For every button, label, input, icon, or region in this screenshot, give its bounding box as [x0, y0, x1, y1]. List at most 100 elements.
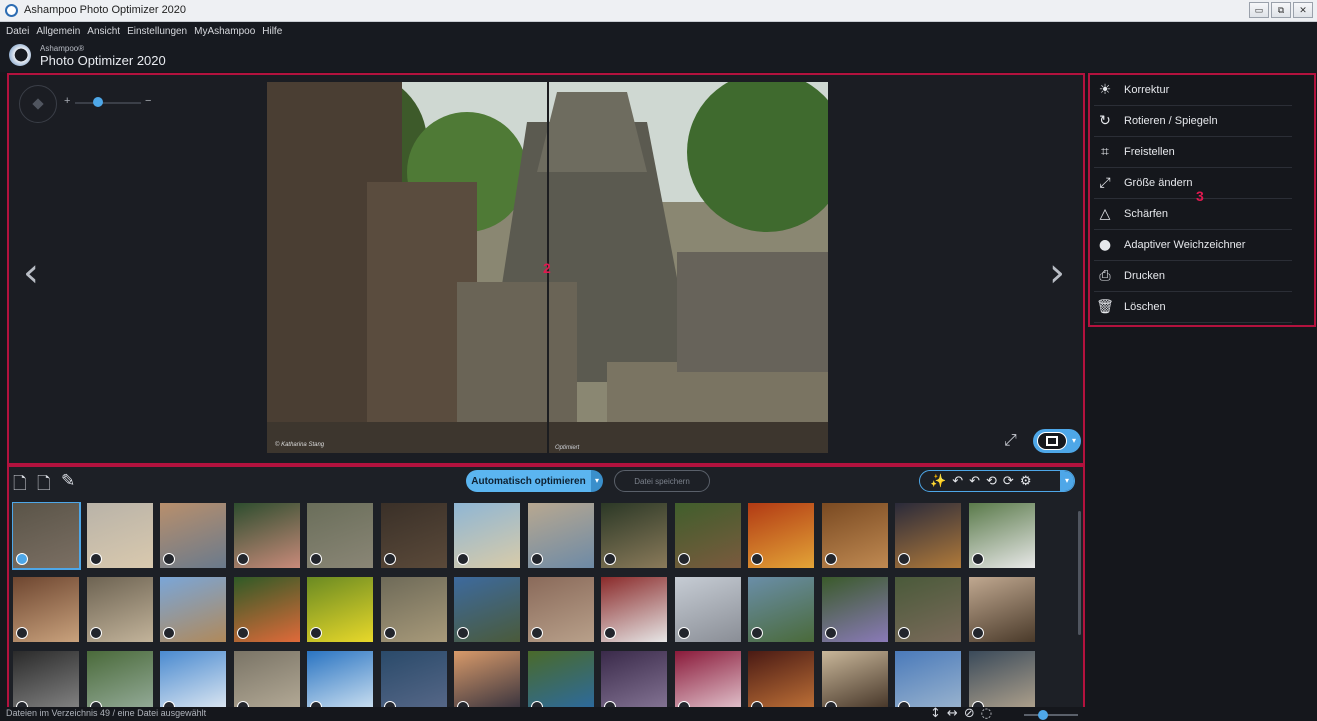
selection-checkbox-icon[interactable] [531, 627, 543, 639]
tool-rotieren-spiegeln[interactable]: ↻ Rotieren / Spiegeln [1094, 106, 1292, 137]
menu-ansicht[interactable]: Ansicht [87, 26, 120, 37]
rotate-left-icon[interactable]: ⟲ [986, 474, 997, 489]
thumbnail[interactable] [528, 577, 594, 642]
selection-checkbox-icon[interactable] [972, 553, 984, 565]
selection-checkbox-icon[interactable] [384, 553, 396, 565]
clear-list-icon[interactable]: ✎ [61, 471, 75, 491]
selection-checkbox-icon[interactable] [972, 627, 984, 639]
auto-optimize-dropdown-icon[interactable]: ▾ [591, 470, 603, 492]
thumbnail[interactable] [969, 503, 1035, 568]
menu-datei[interactable]: Datei [6, 26, 29, 37]
menu-myashampoo[interactable]: MyAshampoo [194, 26, 255, 37]
undo-all-icon[interactable]: ↶ [969, 474, 980, 489]
selection-checkbox-icon[interactable] [90, 627, 102, 639]
thumbnail[interactable] [381, 651, 447, 707]
thumbnail[interactable] [160, 651, 226, 707]
selection-checkbox-icon[interactable] [384, 627, 396, 639]
tool-korrektur[interactable]: ☀ Korrektur [1094, 75, 1292, 106]
next-image-icon[interactable]: › [1049, 250, 1065, 296]
compare-view-toggle[interactable]: ▾ [1033, 429, 1081, 453]
thumbnail[interactable] [13, 577, 79, 642]
selection-checkbox-icon[interactable] [16, 627, 28, 639]
thumbnail[interactable] [969, 651, 1035, 707]
thumbnail[interactable] [748, 577, 814, 642]
thumbnail[interactable] [748, 503, 814, 568]
thumbnail[interactable] [307, 577, 373, 642]
deselect-icon[interactable]: ◌ [981, 706, 992, 721]
restore-button[interactable]: ⧉ [1271, 2, 1291, 18]
selection-checkbox-icon[interactable] [16, 553, 28, 565]
menu-allgemein[interactable]: Allgemein [36, 26, 80, 37]
thumbnail-scrollbar[interactable] [1078, 511, 1081, 635]
zoom-slider[interactable] [75, 102, 141, 104]
thumbnail[interactable] [87, 651, 153, 707]
tool-drucken[interactable]: ⎙ Drucken [1094, 261, 1292, 292]
zoom-out-label[interactable]: − [145, 95, 151, 107]
selection-checkbox-icon[interactable] [90, 553, 102, 565]
selection-checkbox-icon[interactable] [604, 627, 616, 639]
menu-einstellungen[interactable]: Einstellungen [127, 26, 187, 37]
thumbnail[interactable] [160, 577, 226, 642]
thumbnail[interactable] [601, 577, 667, 642]
thumbnail[interactable] [675, 651, 741, 707]
previous-image-icon[interactable]: ‹ [23, 250, 39, 296]
add-file-icon[interactable]: 🗋 [13, 471, 27, 500]
selection-checkbox-icon[interactable] [604, 553, 616, 565]
chevron-down-icon[interactable]: ▾ [1060, 471, 1074, 491]
thumbnail[interactable] [822, 651, 888, 707]
thumbnail[interactable] [675, 503, 741, 568]
settings-gear-icon[interactable]: ⚙ [1020, 474, 1032, 489]
tool-groesse-aendern[interactable]: ⤢ Größe ändern [1094, 168, 1292, 199]
thumbnail[interactable] [234, 577, 300, 642]
thumbnail[interactable] [381, 577, 447, 642]
selection-checkbox-icon[interactable] [898, 627, 910, 639]
thumbnail[interactable] [87, 503, 153, 568]
thumbnail[interactable] [454, 651, 520, 707]
thumbnail[interactable] [528, 503, 594, 568]
selection-checkbox-icon[interactable] [310, 553, 322, 565]
thumbnail[interactable] [454, 577, 520, 642]
selection-checkbox-icon[interactable] [898, 553, 910, 565]
thumbnail[interactable] [13, 651, 79, 707]
selection-checkbox-icon[interactable] [310, 627, 322, 639]
thumbnail[interactable] [307, 503, 373, 568]
thumbnail[interactable] [822, 577, 888, 642]
menu-hilfe[interactable]: Hilfe [262, 26, 282, 37]
zoom-in-label[interactable]: + [64, 95, 70, 107]
selection-checkbox-icon[interactable] [457, 553, 469, 565]
auto-optimize-button[interactable]: Automatisch optimieren [466, 470, 591, 492]
selection-checkbox-icon[interactable] [163, 553, 175, 565]
thumbnail[interactable] [969, 577, 1035, 642]
thumbnail[interactable] [895, 503, 961, 568]
selection-checkbox-icon[interactable] [237, 553, 249, 565]
thumbnail[interactable] [528, 651, 594, 707]
pan-navigator-icon[interactable] [19, 85, 57, 123]
thumbnail[interactable] [87, 577, 153, 642]
selection-checkbox-icon[interactable] [751, 627, 763, 639]
tool-freistellen[interactable]: ⌗ Freistellen [1094, 137, 1292, 168]
zoom-slider-handle[interactable] [93, 97, 104, 107]
thumbnail[interactable] [234, 651, 300, 707]
selection-checkbox-icon[interactable] [457, 627, 469, 639]
thumbnail-size-slider[interactable] [1024, 714, 1078, 716]
tool-loeschen[interactable]: 🗑 Löschen [1094, 292, 1292, 323]
undo-icon[interactable]: ↶ [952, 474, 963, 489]
save-file-button[interactable]: Datei speichern [614, 470, 710, 492]
selection-checkbox-icon[interactable] [531, 553, 543, 565]
magic-wand-icon[interactable]: ✨ [930, 474, 946, 489]
thumbnail[interactable] [307, 651, 373, 707]
thumbnail[interactable] [234, 503, 300, 568]
fit-height-icon[interactable]: ↕ [930, 706, 941, 721]
thumbnail[interactable] [381, 503, 447, 568]
selection-checkbox-icon[interactable] [751, 553, 763, 565]
thumbnail[interactable] [601, 503, 667, 568]
thumbnail[interactable] [601, 651, 667, 707]
thumbnail[interactable] [12, 502, 81, 570]
selection-checkbox-icon[interactable] [163, 627, 175, 639]
close-button[interactable]: ✕ [1293, 2, 1313, 18]
selection-checkbox-icon[interactable] [825, 553, 837, 565]
chevron-down-icon[interactable]: ▾ [1072, 436, 1076, 445]
thumbnail[interactable] [822, 503, 888, 568]
minimize-button[interactable]: ▭ [1249, 2, 1269, 18]
thumbnail[interactable] [895, 577, 961, 642]
